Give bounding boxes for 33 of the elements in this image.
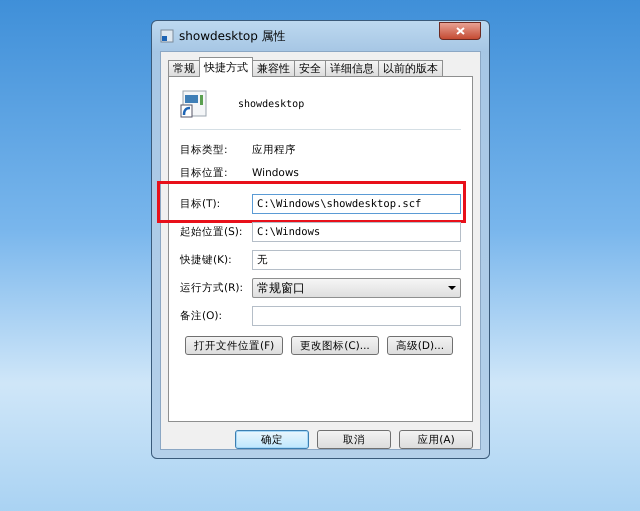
- close-icon: [456, 27, 464, 35]
- field-label: 起始位置(S):: [180, 225, 244, 239]
- field-label: 目标类型:: [180, 142, 229, 156]
- field-label: 快捷键(K):: [180, 253, 233, 267]
- text-field[interactable]: [252, 306, 461, 326]
- dialog-button[interactable]: 确定: [235, 430, 309, 449]
- tab[interactable]: 安全: [294, 60, 326, 77]
- dialog-button[interactable]: 取消: [317, 430, 391, 449]
- action-button[interactable]: 打开文件位置(F): [185, 336, 284, 355]
- field-label: 运行方式(R):: [180, 281, 244, 295]
- window-title: showdesktop 属性: [179, 28, 287, 44]
- tab[interactable]: 以前的版本: [378, 60, 443, 77]
- field-label: 目标位置:: [180, 166, 229, 180]
- close-button[interactable]: [439, 22, 481, 40]
- action-button[interactable]: 更改图标(C)...: [291, 336, 379, 355]
- tab[interactable]: 常规: [168, 60, 200, 77]
- field-label: 备注(O):: [180, 309, 223, 323]
- text-field[interactable]: 无: [252, 250, 461, 270]
- text-field[interactable]: C:\Windows: [252, 222, 461, 242]
- field-label: 目标(T):: [180, 197, 222, 211]
- text-field[interactable]: C:\Windows\showdesktop.scf: [252, 194, 461, 214]
- dialog-button[interactable]: 应用(A): [399, 430, 473, 449]
- shortcut-file-icon: [180, 90, 208, 118]
- tab[interactable]: 详细信息: [325, 60, 379, 77]
- shortcut-icon: [160, 29, 174, 43]
- tab[interactable]: 兼容性: [252, 60, 295, 77]
- file-name: showdesktop: [238, 98, 304, 110]
- field-value: 应用程序: [252, 142, 296, 156]
- action-button[interactable]: 高级(D)...: [386, 336, 454, 355]
- field-value: Windows: [252, 166, 299, 178]
- dropdown-arrow-icon: [448, 286, 456, 290]
- tab[interactable]: 快捷方式: [199, 57, 253, 77]
- dropdown[interactable]: 常规窗口: [252, 278, 461, 298]
